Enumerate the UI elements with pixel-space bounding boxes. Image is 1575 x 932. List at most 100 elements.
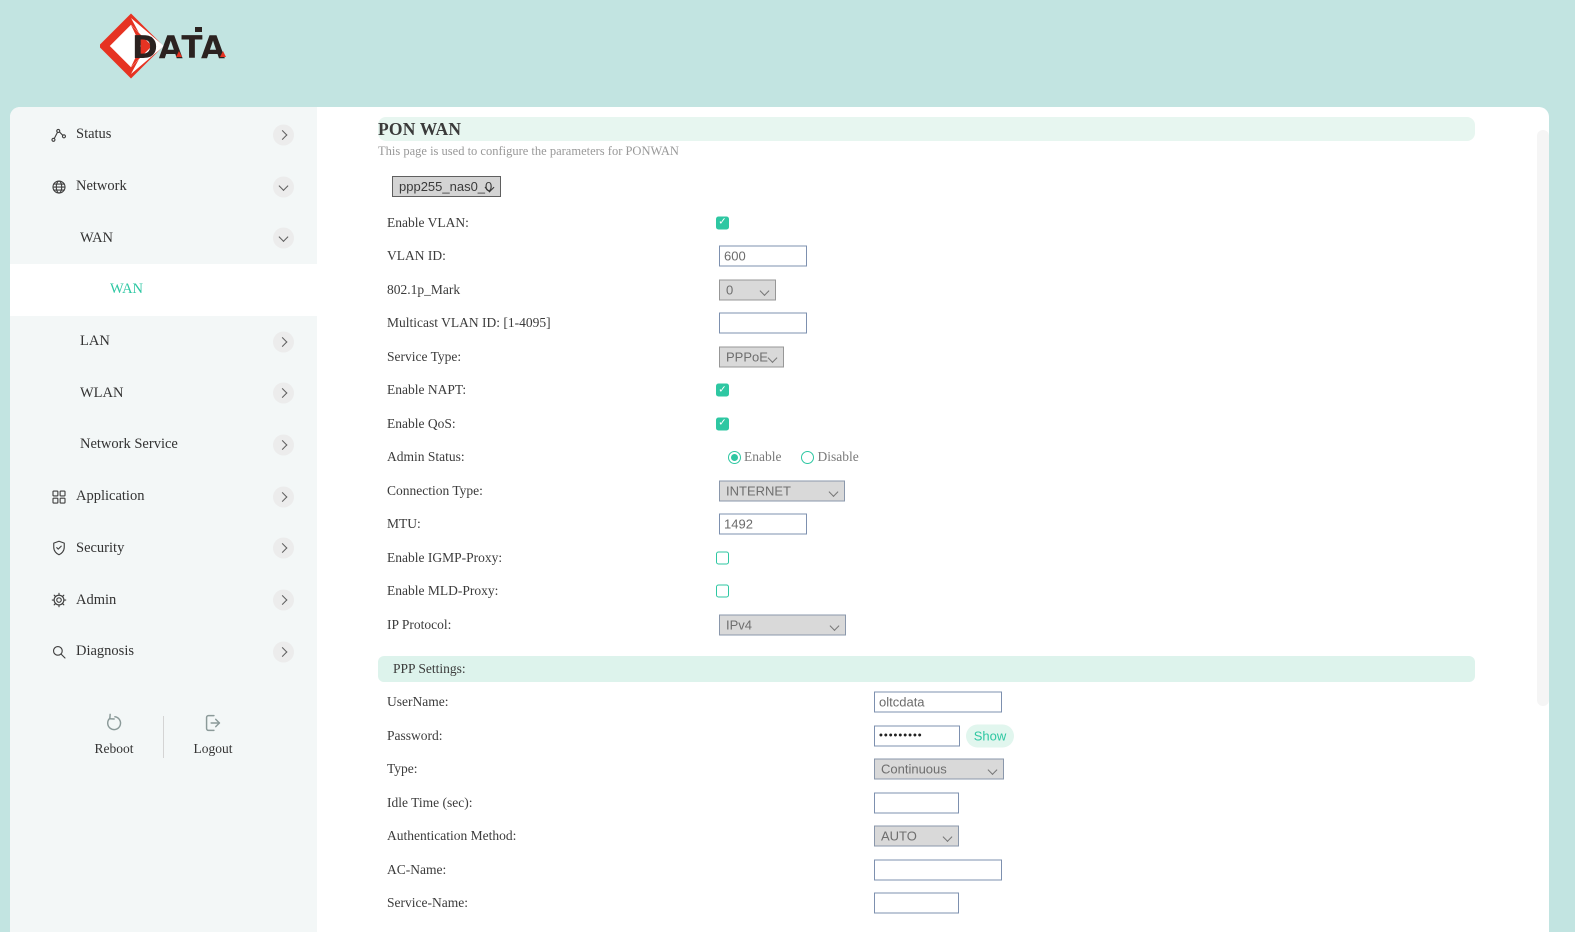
chevron-down-icon[interactable]	[273, 176, 294, 197]
chevron-right-icon[interactable]	[273, 124, 294, 145]
auth-method-select[interactable]: AUTO	[874, 826, 959, 847]
svg-text:DATA: DATA	[132, 30, 226, 66]
field-label: Password:	[387, 728, 443, 744]
field-label: Enable MLD-Proxy:	[387, 583, 498, 599]
multicast-vlan-input[interactable]	[719, 313, 807, 334]
chevron-right-icon[interactable]	[273, 641, 294, 662]
logout-button[interactable]: Logout	[180, 712, 246, 757]
username-input[interactable]	[874, 692, 1002, 713]
ip-protocol-select[interactable]: IPv4	[719, 614, 846, 635]
enable-qos-checkbox[interactable]	[716, 417, 729, 430]
chevron-down-icon	[988, 765, 998, 775]
radio-selected-icon	[728, 451, 741, 464]
field-label: Idle Time (sec):	[387, 795, 473, 811]
idle-time-input[interactable]	[874, 792, 959, 813]
field-label: Connection Type:	[387, 483, 483, 499]
field-label: Admin Status:	[387, 449, 465, 465]
field-label: Enable VLAN:	[387, 215, 469, 231]
scrollbar-thumb[interactable]	[1537, 130, 1549, 706]
form-row-enable-vlan: Enable VLAN:	[317, 206, 1549, 240]
field-label: MTU:	[387, 516, 421, 532]
sidebar-item-security[interactable]: Security	[10, 523, 317, 575]
enable-napt-checkbox[interactable]	[716, 384, 729, 397]
wan-interface-select[interactable]: ppp255_nas0_0	[392, 176, 501, 197]
field-label: VLAN ID:	[387, 248, 446, 264]
show-password-button[interactable]: Show	[966, 724, 1014, 747]
main-panel: Status Network WAN WAN LAN	[10, 107, 1549, 932]
chevron-right-icon[interactable]	[273, 383, 294, 404]
form-row-ppp-type: Type: Continuous	[317, 753, 1549, 787]
service-name-input[interactable]	[874, 893, 959, 914]
form-row-enable-qos: Enable QoS:	[317, 407, 1549, 441]
sidebar-item-wan-group[interactable]: WAN	[10, 212, 317, 264]
admin-status-disable-radio[interactable]: Disable	[801, 449, 858, 465]
ppp-type-select[interactable]: Continuous	[874, 759, 1004, 780]
form-row-ac-name: AC-Name:	[317, 853, 1549, 887]
sidebar: Status Network WAN WAN LAN	[10, 107, 317, 932]
sidebar-item-application[interactable]: Application	[10, 471, 317, 523]
sidebar-item-label: WAN	[110, 281, 143, 298]
field-label: Enable NAPT:	[387, 382, 466, 398]
ac-name-input[interactable]	[874, 859, 1002, 880]
sidebar-item-label: Security	[76, 540, 124, 557]
sidebar-item-diagnosis[interactable]: Diagnosis	[10, 626, 317, 678]
form-row-password: Password: Show	[317, 719, 1549, 753]
8021p-mark-select[interactable]: 0	[719, 279, 776, 300]
content-area: PON WAN This page is used to configure t…	[317, 107, 1549, 932]
shield-check-icon	[50, 539, 68, 557]
field-label: Type:	[387, 761, 418, 777]
form-row-service-type: Service Type: PPPoE	[317, 340, 1549, 374]
chevron-right-icon[interactable]	[273, 538, 294, 559]
form-row-service-name: Service-Name:	[317, 887, 1549, 921]
sidebar-item-admin[interactable]: Admin	[10, 574, 317, 626]
reboot-icon	[103, 721, 125, 738]
form-row-vlan-id: VLAN ID:	[317, 240, 1549, 274]
radio-unselected-icon	[801, 451, 814, 464]
sidebar-item-label: Diagnosis	[76, 643, 134, 660]
enable-vlan-checkbox[interactable]	[716, 216, 729, 229]
enable-igmp-checkbox[interactable]	[716, 551, 729, 564]
chevron-right-icon[interactable]	[273, 331, 294, 352]
magnifier-icon	[50, 643, 68, 661]
page-subtitle: This page is used to configure the param…	[378, 144, 1549, 159]
sidebar-item-lan[interactable]: LAN	[10, 316, 317, 368]
sidebar-item-wlan[interactable]: WLAN	[10, 367, 317, 419]
chevron-down-icon	[760, 286, 770, 296]
chevron-right-icon[interactable]	[273, 590, 294, 611]
connection-type-select[interactable]: INTERNET	[719, 480, 845, 501]
sidebar-item-status[interactable]: Status	[10, 109, 317, 161]
chevron-right-icon[interactable]	[273, 486, 294, 507]
form-row-multicast-vlan: Multicast VLAN ID: [1-4095]	[317, 307, 1549, 341]
chevron-down-icon	[829, 487, 839, 497]
logout-icon	[202, 721, 224, 738]
chevron-right-icon[interactable]	[273, 434, 294, 455]
mtu-input[interactable]	[719, 514, 807, 535]
page-title: PON WAN	[378, 119, 461, 140]
gear-icon	[50, 591, 68, 609]
form-row-enable-napt: Enable NAPT:	[317, 374, 1549, 408]
field-label: Service-Name:	[387, 895, 468, 911]
form-row-8021p-mark: 802.1p_Mark 0	[317, 273, 1549, 307]
field-label: Enable QoS:	[387, 416, 456, 432]
admin-status-enable-radio[interactable]: Enable	[728, 449, 781, 465]
password-input[interactable]	[874, 725, 960, 746]
sidebar-item-label: LAN	[80, 333, 110, 350]
page-title-bar: PON WAN	[378, 117, 1475, 141]
form-row-enable-mld: Enable MLD-Proxy:	[317, 575, 1549, 609]
form-row-mtu: MTU:	[317, 508, 1549, 542]
vlan-id-input[interactable]	[719, 246, 807, 267]
sidebar-footer: Reboot Logout	[10, 712, 317, 758]
sidebar-item-network-service[interactable]: Network Service	[10, 419, 317, 471]
field-label: Authentication Method:	[387, 828, 516, 844]
form-row-auth-method: Authentication Method: AUTO	[317, 820, 1549, 854]
form-row-admin-status: Admin Status: Enable Disable	[317, 441, 1549, 475]
chevron-down-icon[interactable]	[273, 228, 294, 249]
sidebar-item-label: WLAN	[80, 385, 124, 402]
chevron-down-icon	[943, 832, 953, 842]
reboot-button[interactable]: Reboot	[81, 712, 147, 757]
sidebar-item-network[interactable]: Network	[10, 161, 317, 213]
sidebar-item-wan-active[interactable]: WAN	[10, 264, 317, 316]
field-label: UserName:	[387, 694, 448, 710]
enable-mld-checkbox[interactable]	[716, 585, 729, 598]
service-type-select[interactable]: PPPoE	[719, 346, 784, 367]
